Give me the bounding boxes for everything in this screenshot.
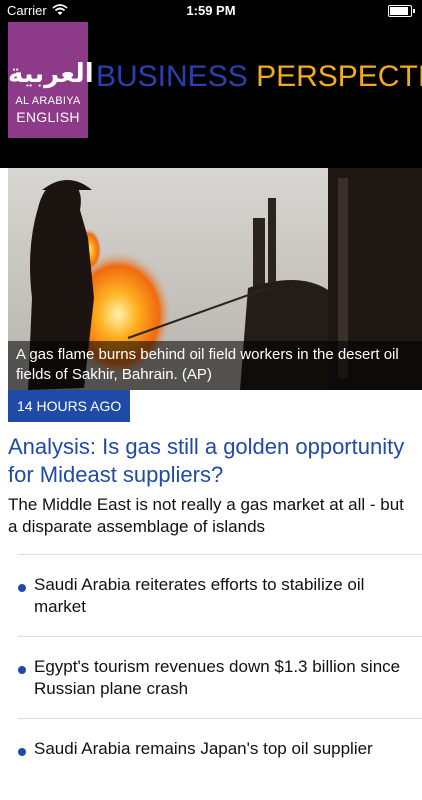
hero-image[interactable]: A gas flame burns behind oil field worke… (8, 168, 422, 390)
bullet-icon (18, 748, 26, 756)
related-article-item[interactable]: Saudi Arabia remains Japan's top oil sup… (18, 718, 422, 800)
image-caption: A gas flame burns behind oil field worke… (8, 341, 422, 390)
related-article-title: Egypt's tourism revenues down $1.3 billi… (34, 657, 401, 698)
related-article-title: Saudi Arabia reiterates efforts to stabi… (34, 575, 365, 616)
article-summary: The Middle East is not really a gas mark… (8, 495, 404, 536)
related-article-item[interactable]: Egypt's tourism revenues down $1.3 billi… (18, 636, 422, 718)
clock: 1:59 PM (186, 3, 236, 18)
related-article-item[interactable]: Saudi Arabia reiterates efforts to stabi… (18, 554, 422, 636)
app-header: العربية AL ARABIYA ENGLISH BUSINESS PERS… (0, 22, 422, 168)
battery-level (390, 7, 408, 15)
article-headline[interactable]: Analysis: Is gas still a golden opportun… (8, 433, 408, 489)
related-articles-list: Saudi Arabia reiterates efforts to stabi… (18, 554, 422, 800)
bullet-icon (18, 584, 26, 592)
section-title: BUSINESS PERSPECTIVES (96, 62, 422, 92)
logo-arabic-text: العربية (8, 58, 94, 88)
related-article-title: Saudi Arabia remains Japan's top oil sup… (34, 739, 373, 758)
al-arabiya-logo[interactable]: العربية AL ARABIYA ENGLISH (8, 22, 94, 138)
logo-line-1: AL ARABIYA (15, 95, 81, 107)
section-title-word-1: BUSINESS (96, 60, 248, 93)
logo-line-2: ENGLISH (16, 109, 80, 125)
bullet-icon (18, 666, 26, 674)
status-bar: Carrier 1:59 PM (0, 0, 422, 22)
section-title-word-2: PERSPECTIVES (256, 60, 422, 93)
timestamp-badge: 14 HOURS AGO (8, 390, 131, 422)
battery-icon (388, 5, 415, 17)
